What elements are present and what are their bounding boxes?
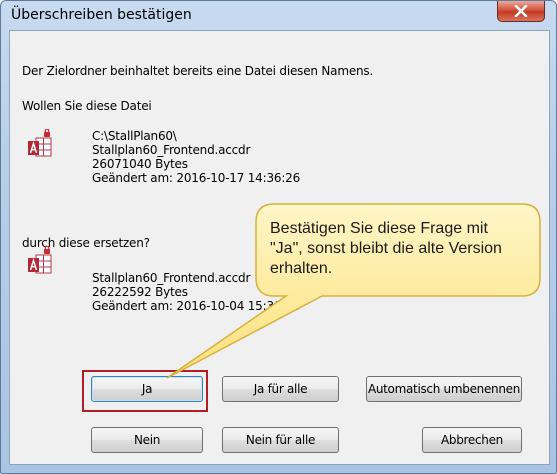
callout-text: Bestätigen Sie diese Frage mit "Ja", son… — [270, 220, 502, 277]
